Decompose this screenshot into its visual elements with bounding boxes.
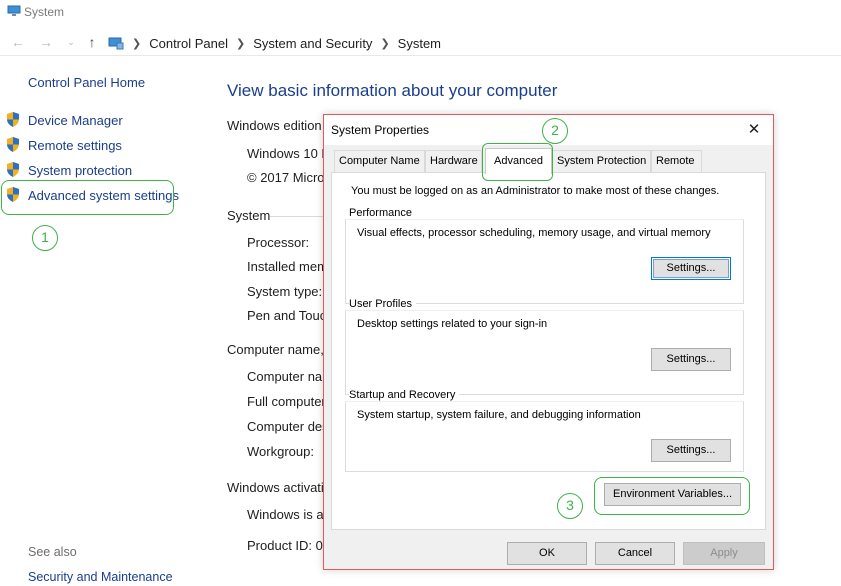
- dialog-title: System Properties: [331, 123, 430, 137]
- shield-icon: [7, 112, 19, 127]
- section-divider: [270, 216, 323, 217]
- user-profiles-description: Desktop settings related to your sign-in: [357, 318, 548, 330]
- user-profiles-group-label: User Profiles: [349, 298, 416, 310]
- back-arrow-icon[interactable]: ←: [10, 34, 26, 50]
- highlight-environment-variables: [594, 477, 750, 515]
- copyright-text: © 2017 Micro: [247, 170, 323, 185]
- computer-name-heading: Computer name, d: [227, 342, 323, 357]
- sidebar-item-remote-settings[interactable]: Remote settings: [28, 138, 122, 153]
- computer-description-label: Computer des: [247, 419, 323, 434]
- performance-group-label: Performance: [349, 207, 416, 219]
- step-1-badge: 1: [32, 225, 58, 251]
- navigation-bar: ← → ⌄ ↑ ❯ Control Panel ❯ System and Sec…: [0, 28, 841, 56]
- breadcrumb-separator-icon: ❯: [132, 37, 142, 50]
- window-title-bar: System: [0, 0, 841, 26]
- startup-recovery-description: System startup, system failure, and debu…: [357, 409, 641, 421]
- ok-button[interactable]: OK: [507, 542, 587, 565]
- control-panel-icon: [108, 37, 124, 50]
- computer-icon: [7, 5, 21, 16]
- activation-status-text: Windows is ac: [247, 507, 323, 522]
- window-title: System: [24, 5, 65, 19]
- up-arrow-icon[interactable]: ↑: [84, 34, 100, 50]
- product-id-label: Product ID: 00: [247, 538, 323, 553]
- close-icon[interactable]: ✕: [739, 119, 769, 141]
- breadcrumb: ❯ Control Panel ❯ System and Security ❯ …: [108, 34, 441, 52]
- computer-name-label: Computer nar: [247, 369, 323, 384]
- pen-and-touch-label: Pen and Touch: [247, 308, 323, 323]
- system-type-label: System type:: [247, 284, 323, 299]
- windows-edition-heading: Windows edition: [227, 118, 322, 133]
- system-heading: System: [227, 208, 271, 223]
- sidebar-item-system-protection[interactable]: System protection: [28, 163, 132, 178]
- installed-memory-label: Installed mem: [247, 259, 323, 274]
- processor-label: Processor:: [247, 235, 310, 250]
- startup-recovery-group-label: Startup and Recovery: [349, 389, 460, 401]
- sidebar-item-device-manager[interactable]: Device Manager: [28, 113, 123, 128]
- forward-arrow-icon[interactable]: →: [38, 34, 54, 50]
- breadcrumb-separator-icon: ❯: [380, 37, 390, 50]
- user-profiles-settings-button[interactable]: Settings...: [651, 348, 731, 371]
- workgroup-label: Workgroup:: [247, 444, 314, 459]
- windows-edition-value: Windows 10 E: [247, 146, 323, 161]
- startup-recovery-settings-button[interactable]: Settings...: [651, 439, 731, 462]
- performance-settings-button[interactable]: Settings...: [651, 257, 731, 280]
- tab-advanced[interactable]: Advanced: [485, 148, 552, 174]
- breadcrumb-separator-icon: ❯: [236, 37, 246, 50]
- step-3-badge: 3: [557, 493, 583, 519]
- apply-button[interactable]: Apply: [683, 542, 765, 565]
- control-panel-home-link[interactable]: Control Panel Home: [28, 75, 145, 90]
- security-and-maintenance-link[interactable]: Security and Maintenance: [28, 570, 173, 584]
- breadcrumb-system-and-security[interactable]: System and Security: [253, 36, 372, 51]
- breadcrumb-system[interactable]: System: [398, 36, 441, 51]
- tab-computer-name[interactable]: Computer Name: [334, 150, 425, 172]
- shield-icon: [7, 162, 19, 177]
- highlight-advanced-system-settings: [1, 180, 174, 215]
- shield-icon: [7, 137, 19, 152]
- windows-activation-heading: Windows activatio: [227, 480, 323, 495]
- administrator-note: You must be logged on as an Administrato…: [351, 185, 720, 197]
- page-title: View basic information about your comput…: [227, 81, 558, 100]
- tab-system-protection[interactable]: System Protection: [552, 150, 651, 172]
- breadcrumb-control-panel[interactable]: Control Panel: [149, 36, 228, 51]
- see-also-heading: See also: [28, 545, 77, 559]
- tab-hardware[interactable]: Hardware: [425, 150, 482, 172]
- step-2-badge: 2: [542, 118, 568, 144]
- recent-locations-chevron-icon[interactable]: ⌄: [63, 34, 79, 50]
- tab-remote[interactable]: Remote: [651, 150, 702, 172]
- cancel-button[interactable]: Cancel: [595, 542, 675, 565]
- performance-description: Visual effects, processor scheduling, me…: [357, 227, 711, 239]
- full-computer-name-label: Full computer: [247, 394, 323, 409]
